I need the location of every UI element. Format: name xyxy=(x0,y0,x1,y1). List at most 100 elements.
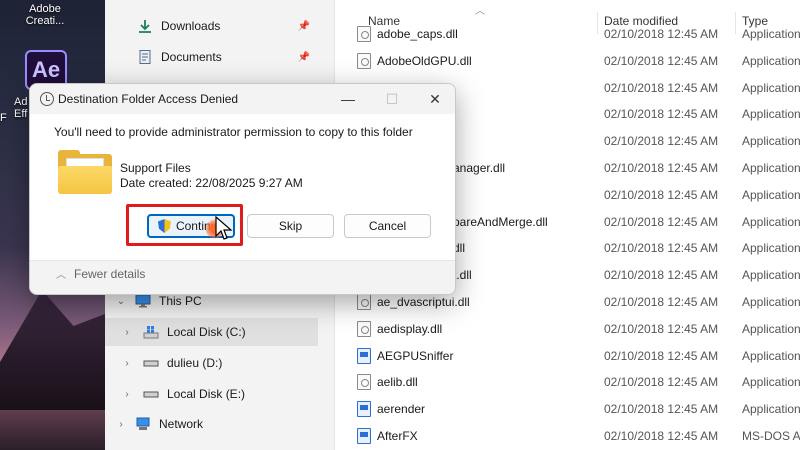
file-name: anager.dll xyxy=(453,161,506,175)
chevron-right-icon[interactable]: › xyxy=(115,419,127,430)
chevron-down-icon[interactable]: ⌄ xyxy=(115,296,127,307)
pin-icon[interactable]: 📌 xyxy=(298,52,310,63)
file-row[interactable]: AEGPUSniffer 02/10/2018 12:45 AM Applicati… xyxy=(335,342,800,369)
dialog-titlebar[interactable]: Destination Folder Access Denied — ☐ ✕ xyxy=(30,84,455,114)
file-row[interactable]: AfterFX 02/10/2018 12:45 AM MS-DOS Ap xyxy=(335,422,800,449)
file-name: AEGPUSniffer xyxy=(377,348,454,363)
desktop-icon-label-adobe-creative[interactable]: Adobe Creati... xyxy=(20,3,70,27)
file-date-modified: 02/10/2018 12:45 AM xyxy=(604,241,719,256)
file-type: Application xyxy=(742,27,800,41)
file-type: Application xyxy=(742,321,800,336)
nav-item-label: This PC xyxy=(159,294,202,308)
file-name: AdobeOldGPU.dll xyxy=(377,53,472,68)
file-date-modified: 02/10/2018 12:45 AM xyxy=(604,53,719,68)
skip-button[interactable]: Skip xyxy=(247,214,334,238)
dll-file-icon xyxy=(357,52,371,69)
nav-item-label: Documents xyxy=(161,50,222,64)
nav-item-downloads[interactable]: Downloads 📌 xyxy=(105,12,318,40)
file-row[interactable]: AdobeOldGPU.dll 02/10/2018 12:45 AM Applic… xyxy=(335,47,800,74)
file-type: Application xyxy=(742,134,800,149)
nav-item-label: dulieu (D:) xyxy=(167,356,223,370)
file-name: adobe_caps.dll xyxy=(377,27,458,41)
nav-item-local-disk-c[interactable]: › Local Disk (C:) xyxy=(105,318,318,346)
file-type: Application xyxy=(742,241,800,256)
drive-icon xyxy=(143,360,159,367)
sort-chevron-up-icon[interactable]: ︿ xyxy=(475,2,485,17)
chevron-right-icon[interactable]: › xyxy=(121,358,133,369)
file-row[interactable]: adobe_caps.dll 02/10/2018 12:45 AM Applica… xyxy=(335,20,800,47)
file-type: Application xyxy=(742,295,800,309)
mouse-pointer-icon xyxy=(215,216,233,240)
nav-item-label: Local Disk (C:) xyxy=(167,325,246,339)
file-row[interactable]: aelib.dll 02/10/2018 12:45 AM Application xyxy=(335,368,800,395)
file-name: aelib.dll xyxy=(377,375,418,390)
file-date-modified: 02/10/2018 12:45 AM xyxy=(604,429,719,443)
folder-icon xyxy=(58,150,112,194)
file-date-modified: 02/10/2018 12:45 AM xyxy=(604,80,719,95)
file-type: Application xyxy=(742,161,800,175)
dll-file-icon xyxy=(357,294,371,310)
executable-file-icon xyxy=(357,428,371,444)
network-icon xyxy=(136,417,150,430)
nav-item-documents[interactable]: Documents 📌 xyxy=(105,43,318,71)
file-type: Application xyxy=(742,402,800,417)
file-type: Application xyxy=(742,268,800,283)
nav-item-label: Local Disk (E:) xyxy=(167,387,246,401)
file-date-modified: 02/10/2018 12:45 AM xyxy=(604,214,719,229)
file-type: Application xyxy=(742,80,800,95)
pin-icon[interactable]: 📌 xyxy=(298,21,310,32)
file-row[interactable]: aedisplay.dll 02/10/2018 12:45 AM Applicat… xyxy=(335,315,800,342)
minimize-button[interactable]: — xyxy=(326,84,370,114)
file-date-modified: 02/10/2018 12:45 AM xyxy=(604,27,719,41)
file-date-modified: 02/10/2018 12:45 AM xyxy=(604,321,719,336)
file-type: Application xyxy=(742,187,800,202)
file-date-modified: 02/10/2018 12:45 AM xyxy=(604,187,719,202)
file-type: MS-DOS Ap xyxy=(742,429,800,443)
file-type: Application xyxy=(742,375,800,390)
dialog-title: Destination Folder Access Denied xyxy=(58,92,239,106)
nav-item-label: Downloads xyxy=(161,19,221,33)
item-name: Support Files xyxy=(120,161,191,175)
file-date-modified: 02/10/2018 12:45 AM xyxy=(604,348,719,363)
file-type: Application xyxy=(742,214,800,229)
file-type: Application xyxy=(742,107,800,122)
file-date-modified: 02/10/2018 12:45 AM xyxy=(604,295,719,309)
nav-item-local-disk-e[interactable]: › Local Disk (E:) xyxy=(105,380,318,408)
dialog-body: You'll need to provide administrator per… xyxy=(30,114,455,260)
dll-file-icon xyxy=(357,374,371,391)
maximize-button: ☐ xyxy=(385,90,399,107)
close-button[interactable]: ✕ xyxy=(413,84,455,114)
dll-file-icon xyxy=(357,26,371,42)
file-date-modified: 02/10/2018 12:45 AM xyxy=(604,107,719,122)
wallpaper-mountain xyxy=(0,290,105,410)
chevron-right-icon[interactable]: › xyxy=(121,389,133,400)
executable-file-icon xyxy=(357,401,371,418)
file-type: Application xyxy=(742,348,800,363)
clock-icon xyxy=(40,92,54,106)
destination-access-denied-dialog: Destination Folder Access Denied — ☐ ✕ Y… xyxy=(29,83,456,295)
chevron-up-icon: ︿ xyxy=(56,270,66,281)
item-date-created: Date created: 22/08/2025 9:27 AM xyxy=(120,176,303,190)
file-date-modified: 02/10/2018 12:45 AM xyxy=(604,402,719,417)
file-date-modified: 02/10/2018 12:45 AM xyxy=(604,161,719,175)
file-date-modified: 02/10/2018 12:45 AM xyxy=(604,134,719,149)
dialog-message: You'll need to provide administrator per… xyxy=(54,125,413,139)
file-name: ae_dvascriptui.dll xyxy=(377,295,470,309)
file-row[interactable]: aerender 02/10/2018 12:45 AM Application xyxy=(335,395,800,422)
dll-file-icon xyxy=(357,320,371,337)
windows-drive-icon xyxy=(143,326,159,339)
desktop-edge-label: F xyxy=(0,112,7,124)
file-name: aedisplay.dll xyxy=(377,321,443,336)
document-icon xyxy=(139,50,151,64)
chevron-right-icon[interactable]: › xyxy=(121,327,133,338)
fewer-details-toggle[interactable]: ︿ Fewer details xyxy=(56,266,145,282)
nav-item-network[interactable]: › Network xyxy=(105,410,318,438)
executable-file-icon xyxy=(357,347,371,364)
drive-icon xyxy=(143,391,159,398)
file-name: AfterFX xyxy=(377,429,418,443)
cancel-button[interactable]: Cancel xyxy=(344,214,431,238)
file-date-modified: 02/10/2018 12:45 AM xyxy=(604,375,719,390)
nav-item-label: Network xyxy=(159,417,204,431)
nav-item-dulieu-d[interactable]: › dulieu (D:) xyxy=(105,349,318,377)
file-name: aerender xyxy=(377,402,426,417)
